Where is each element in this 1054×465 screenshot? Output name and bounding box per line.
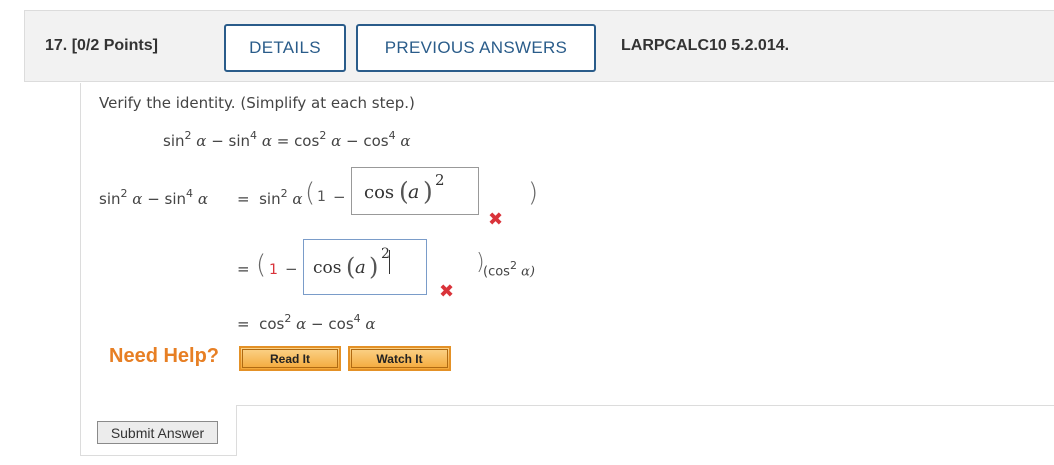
details-button-label: DETAILS	[249, 38, 321, 57]
read-it-button[interactable]: Read It	[239, 346, 341, 371]
step1-minus: −	[333, 188, 346, 206]
panel-border-bottom	[80, 455, 237, 456]
previous-answers-label: PREVIOUS ANSWERS	[384, 38, 568, 57]
step2-open-paren: (	[256, 250, 267, 280]
answer2-cos: cos	[313, 258, 342, 278]
step1-open-paren: (	[305, 178, 316, 208]
watch-it-label: Watch It	[376, 351, 423, 366]
text-cursor	[389, 250, 390, 274]
step1-close-paren: )	[528, 178, 539, 208]
submit-answer-label: Submit Answer	[110, 424, 205, 441]
read-it-label: Read It	[269, 351, 310, 366]
step2-minus: −	[285, 260, 298, 278]
question-number-label: 17.	[45, 37, 68, 54]
need-help-label: Need Help?	[109, 345, 220, 367]
answer2-paren-close: )	[369, 253, 379, 281]
step2-one: 1	[269, 262, 278, 278]
incorrect-icon-2: ✖	[439, 281, 455, 302]
course-code: LARPCALC10 5.2.014.	[621, 37, 790, 54]
answer2-arg: a	[355, 257, 366, 278]
step1-lhs: sin2 α − sin4 α	[99, 187, 208, 208]
question-header: 17. [0/2 Points] DETAILS PREVIOUS ANSWER…	[24, 10, 1054, 82]
question-number: 17. [0/2 Points]	[45, 37, 158, 55]
incorrect-icon-1: ✖	[488, 209, 504, 230]
previous-answers-button[interactable]: PREVIOUS ANSWERS	[356, 24, 596, 72]
details-button[interactable]: DETAILS	[224, 24, 346, 72]
panel-border-left	[80, 83, 81, 455]
step3-equation: = cos2 α − cos4 α	[237, 312, 376, 333]
step2-suffix: (cos2 α)	[483, 259, 535, 280]
panel-separator	[236, 405, 1054, 406]
answer1-arg: a	[408, 181, 420, 203]
step1-one: 1	[317, 189, 326, 205]
step1-rhs-prefix: = sin2 α	[237, 187, 303, 208]
answer1-cos: cos	[364, 182, 395, 203]
answer-input-2[interactable]: cos ( a ) 2	[303, 239, 427, 295]
step2-suffix-cos: (cos	[483, 264, 510, 280]
step2-suffix-alpha: α)	[521, 264, 535, 280]
answer1-exponent: 2	[435, 171, 445, 189]
submit-answer-button[interactable]: Submit Answer	[97, 421, 218, 444]
watch-it-button[interactable]: Watch It	[348, 346, 451, 371]
question-prompt: Verify the identity. (Simplify at each s…	[99, 94, 415, 112]
identity-equation: sin2 α − sin4 α = cos2 α − cos4 α	[163, 129, 411, 150]
panel-border-right	[236, 405, 237, 455]
answer2-paren-open: (	[346, 253, 356, 281]
points-label: [0/2 Points]	[71, 37, 158, 54]
answer1-paren-close: )	[423, 177, 433, 206]
answer-input-1[interactable]: cos ( a ) 2	[351, 167, 479, 215]
step2-equals: =	[237, 260, 250, 278]
